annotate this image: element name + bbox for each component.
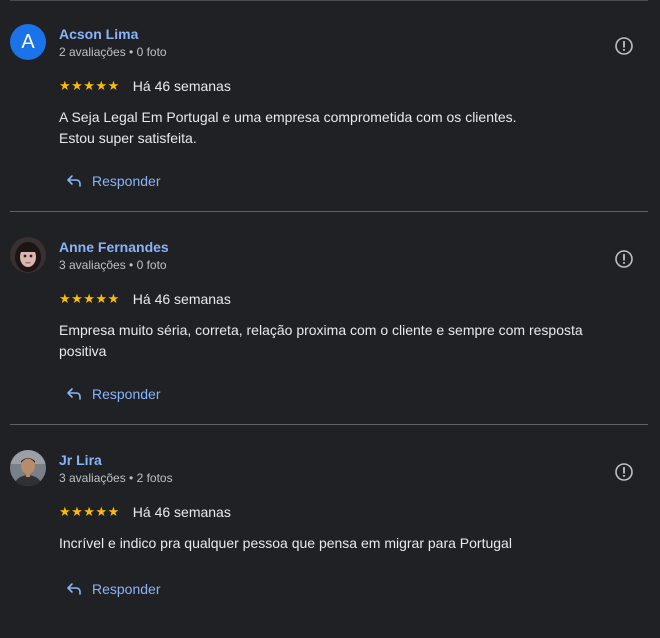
star-rating: ★★★★★ [59, 291, 120, 306]
review-text: A Seja Legal Em Portugal e uma empresa c… [59, 107, 619, 149]
report-icon[interactable] [614, 462, 634, 482]
rating-row: ★★★★★ Há 46 semanas [59, 290, 231, 308]
reply-button[interactable]: Responder [66, 173, 161, 189]
review-text-line: A Seja Legal Em Portugal e uma empresa c… [59, 109, 517, 125]
reply-label: Responder [92, 173, 161, 189]
star-rating: ★★★★★ [59, 78, 120, 93]
reply-icon [67, 583, 81, 595]
avatar-photo [10, 237, 46, 273]
review-text-line: Incrível e indico pra qualquer pessoa qu… [59, 535, 512, 551]
reviewer-meta: 2 avaliações • 0 foto [59, 45, 167, 59]
rating-row: ★★★★★ Há 46 semanas [59, 503, 231, 521]
rating-row: ★★★★★ Há 46 semanas [59, 77, 231, 95]
avatar[interactable] [10, 450, 46, 486]
reviewer-name[interactable]: Jr Lira [59, 452, 102, 468]
star-rating: ★★★★★ [59, 504, 120, 519]
reviewer-name[interactable]: Acson Lima [59, 26, 138, 42]
reply-button[interactable]: Responder [66, 386, 161, 402]
report-icon[interactable] [614, 249, 634, 269]
reviewer-name[interactable]: Anne Fernandes [59, 239, 169, 255]
reply-button[interactable]: Responder [66, 581, 161, 597]
avatar[interactable] [10, 237, 46, 273]
reviewer-meta: 3 avaliações • 2 fotos [59, 471, 173, 485]
reviewer-meta: 3 avaliações • 0 foto [59, 258, 167, 272]
reply-icon [67, 388, 81, 400]
review-text: Empresa muito séria, correta, relação pr… [59, 320, 619, 362]
review-text-line: Estou super satisfeita. [59, 130, 197, 146]
review-text-line: Empresa muito séria, correta, relação pr… [59, 322, 583, 338]
review-divider [10, 211, 648, 212]
reply-icon [67, 175, 81, 187]
avatar[interactable]: A [10, 24, 46, 60]
review-time: Há 46 semanas [132, 78, 231, 94]
review-text: Incrível e indico pra qualquer pessoa qu… [59, 533, 619, 554]
review-card: Jr Lira 3 avaliações • 2 fotos ★★★★★ Há … [0, 426, 660, 638]
review-divider [10, 424, 648, 425]
review-card: A Acson Lima 2 avaliações • 0 foto ★★★★★… [0, 0, 660, 212]
reply-label: Responder [92, 386, 161, 402]
avatar-photo [10, 450, 46, 486]
review-time: Há 46 semanas [132, 291, 231, 307]
reply-label: Responder [92, 581, 161, 597]
review-card: Anne Fernandes 3 avaliações • 0 foto ★★★… [0, 213, 660, 425]
avatar-letter: A [21, 30, 35, 53]
review-time: Há 46 semanas [132, 504, 231, 520]
report-icon[interactable] [614, 36, 634, 56]
review-text-line: positiva [59, 343, 107, 359]
